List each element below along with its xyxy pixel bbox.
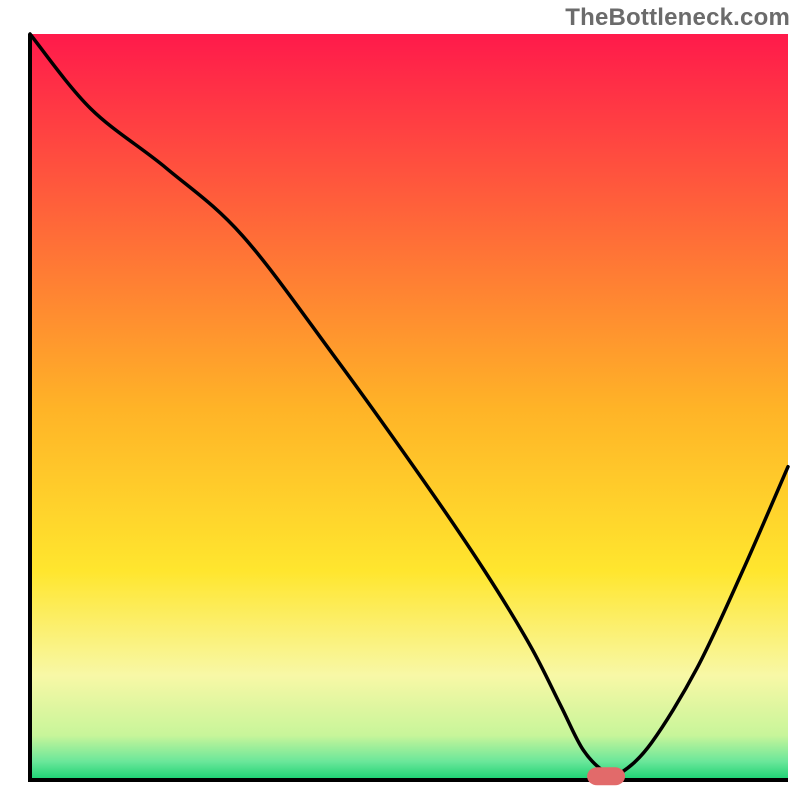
selected-point-marker xyxy=(587,767,625,785)
watermark-label: TheBottleneck.com xyxy=(565,4,790,32)
plot-background xyxy=(30,34,788,780)
chart-canvas xyxy=(0,0,800,800)
bottleneck-chart: TheBottleneck.com xyxy=(0,0,800,800)
